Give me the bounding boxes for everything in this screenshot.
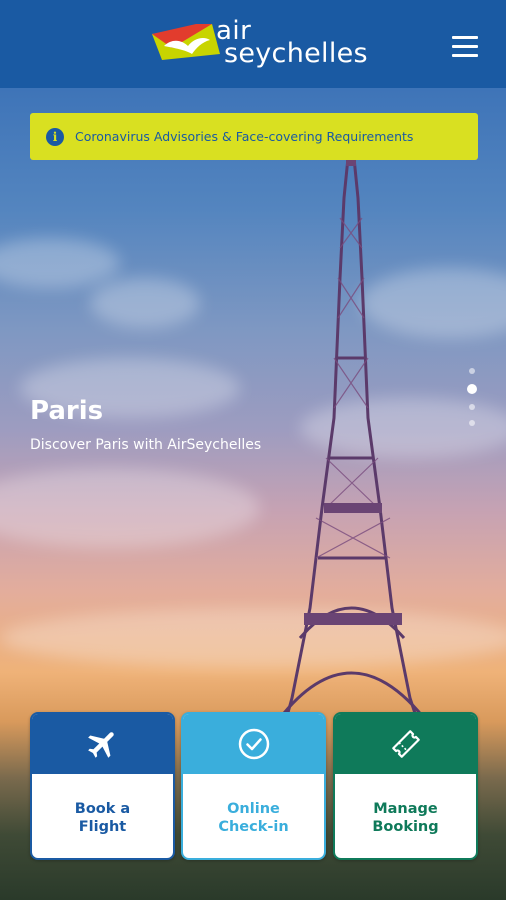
carousel-dot-4[interactable] (469, 420, 475, 426)
carousel-dot-3[interactable] (469, 404, 475, 410)
ticket-icon (391, 730, 420, 758)
info-icon: i (46, 127, 64, 146)
check-circle-icon (238, 728, 269, 760)
book-flight-label: Book a Flight (74, 801, 131, 835)
bird-logo-icon (152, 24, 220, 60)
covid-advisory-banner[interactable]: i Coronavirus Advisories & Face-covering… (30, 113, 478, 160)
air-seychelles-logo[interactable]: air seychelles (152, 18, 368, 70)
online-checkin-button[interactable]: Online Check-in (181, 712, 326, 860)
manage-booking-button[interactable]: Manage Booking (333, 712, 478, 860)
airplane-icon (87, 732, 114, 758)
manage-booking-label: Manage Booking (372, 801, 439, 835)
carousel-dot-1[interactable] (469, 368, 475, 374)
destination-title: Paris (30, 396, 104, 426)
eiffel-tower-image (268, 158, 438, 779)
advisory-text: Coronavirus Advisories & Face-covering R… (75, 129, 414, 144)
book-flight-button[interactable]: Book a Flight (30, 712, 175, 860)
carousel-indicators (467, 368, 477, 432)
online-checkin-label: Online Check-in (218, 801, 289, 835)
carousel-dot-2[interactable] (467, 384, 477, 394)
hamburger-menu-icon[interactable] (452, 36, 478, 58)
destination-subtitle: Discover Paris with AirSeychelles (30, 437, 262, 453)
logo-text-seychelles: seychelles (224, 38, 368, 69)
app-header: air seychelles (0, 0, 506, 88)
